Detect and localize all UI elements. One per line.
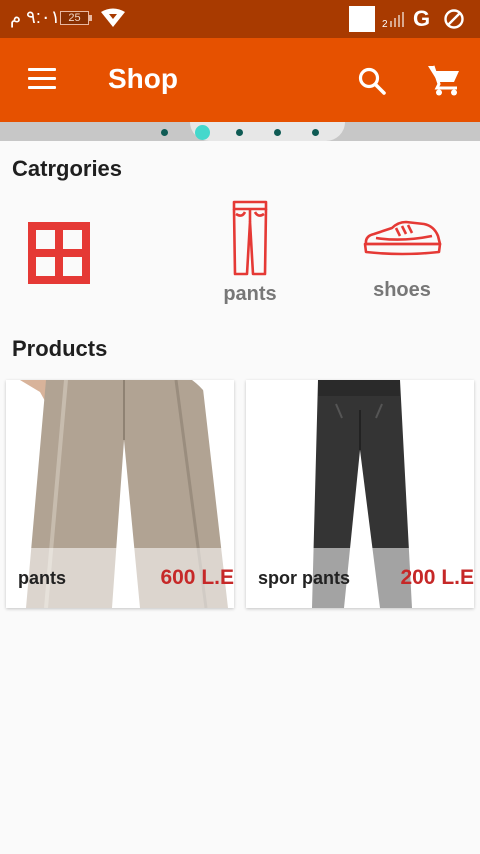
categories-title: Catrgories bbox=[12, 156, 123, 181]
slider-dot[interactable] bbox=[161, 129, 168, 136]
shoe-icon bbox=[363, 220, 442, 256]
status-bar: ٩:٠١ م 25 2 G bbox=[0, 0, 480, 38]
category-label: shoes bbox=[373, 279, 431, 301]
battery-icon: 25 bbox=[60, 11, 92, 25]
menu-icon[interactable] bbox=[28, 68, 56, 90]
do-not-disturb-icon bbox=[444, 9, 464, 29]
category-pants[interactable]: pants bbox=[216, 200, 284, 306]
product-card[interactable]: spor pants 200 L.E bbox=[246, 380, 474, 608]
banner-slider[interactable] bbox=[0, 122, 480, 141]
signal-sub: 2 bbox=[382, 19, 388, 29]
product-name: pants bbox=[18, 568, 67, 588]
category-shoes[interactable]: shoes bbox=[362, 214, 442, 302]
wifi-icon bbox=[101, 8, 125, 27]
signal-icon: 2 bbox=[382, 12, 404, 29]
category-all[interactable] bbox=[28, 222, 90, 289]
product-price: 600 L.E bbox=[160, 566, 234, 589]
product-price: 200 L.E bbox=[400, 566, 474, 589]
pants-icon bbox=[232, 200, 268, 276]
slider-dot[interactable] bbox=[312, 129, 319, 136]
app-bar: Shop bbox=[0, 38, 480, 122]
app-title: Shop bbox=[108, 63, 178, 94]
category-label: pants bbox=[223, 283, 277, 305]
status-time: ٩:٠١ م bbox=[10, 7, 61, 27]
network-type: G bbox=[413, 6, 431, 31]
cart-icon[interactable] bbox=[427, 64, 461, 96]
products-title: Products bbox=[12, 336, 108, 361]
notification-icon bbox=[349, 6, 375, 32]
slider-dot[interactable] bbox=[274, 129, 281, 136]
slider-dot[interactable] bbox=[236, 129, 243, 136]
search-icon[interactable] bbox=[357, 66, 387, 96]
product-card[interactable]: pants 600 L.E bbox=[6, 380, 234, 608]
slider-dot-active[interactable] bbox=[195, 125, 210, 140]
product-name: spor pants bbox=[258, 568, 351, 588]
grid-icon bbox=[28, 222, 90, 284]
banner-image bbox=[190, 122, 345, 141]
